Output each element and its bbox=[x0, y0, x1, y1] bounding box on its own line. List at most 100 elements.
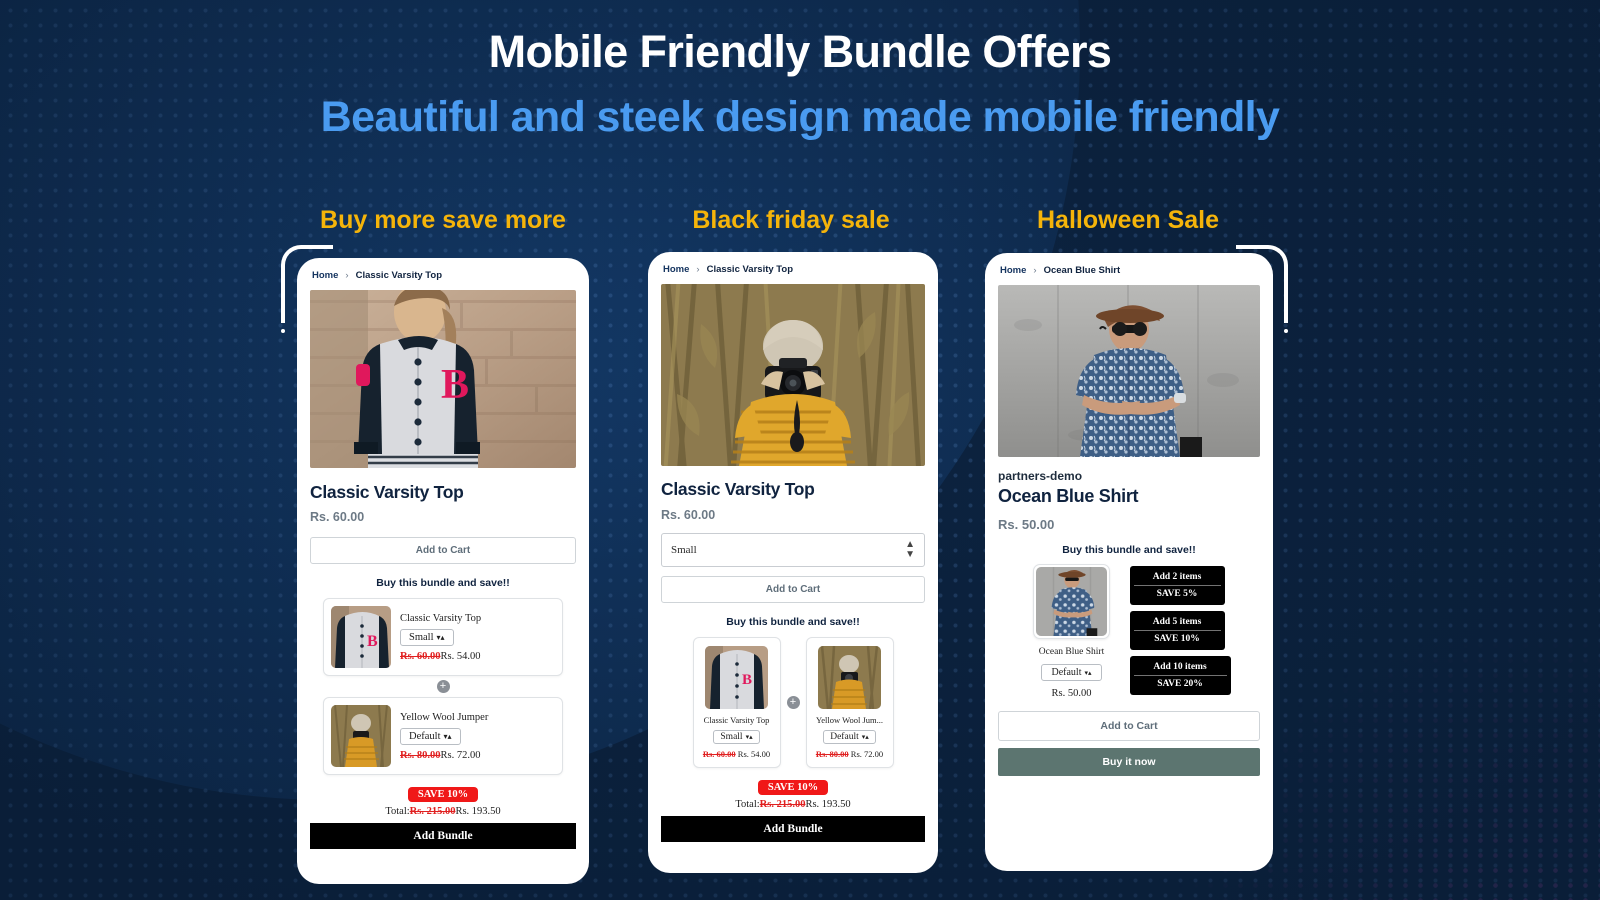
bundle-item-old-price: Rs. 80.00 bbox=[815, 749, 849, 759]
bundle-items-row: B Classic Varsity Top Small ▾▴ Rs. 60.00… bbox=[661, 637, 925, 768]
product-variant-value: Small bbox=[671, 544, 697, 556]
bundle-item-old-price: Rs. 60.00 bbox=[400, 650, 441, 662]
phone-card-black-friday-sale: Home › Classic Varsity Top Classic Varsi… bbox=[648, 252, 938, 873]
product-variant-select[interactable]: Small ▲ ▼ bbox=[661, 533, 925, 567]
save-badge: SAVE 10% bbox=[407, 787, 479, 802]
bundle-item[interactable]: B Classic Varsity Top Small ▾▴ Rs. 60.00… bbox=[323, 598, 563, 676]
bundle-item-name: Ocean Blue Shirt bbox=[1038, 647, 1105, 657]
bundle-tier-qty: Add 5 items bbox=[1133, 617, 1221, 631]
bundle-heading: Buy this bundle and save!! bbox=[726, 616, 860, 628]
bundle-item-variant-select[interactable]: Default ▾▴ bbox=[400, 727, 461, 745]
bracket-dot bbox=[1284, 329, 1288, 333]
breadcrumb-home-link[interactable]: Home bbox=[1000, 265, 1026, 276]
add-to-cart-button[interactable]: Add to Cart bbox=[998, 711, 1260, 741]
chevron-right-icon: › bbox=[696, 264, 700, 275]
save-badge: SAVE 10% bbox=[757, 780, 829, 795]
bundle-item-variant-select[interactable]: Small ▾▴ bbox=[400, 628, 454, 646]
breadcrumb: Home › Classic Varsity Top bbox=[661, 252, 925, 284]
bundle-tier-option[interactable]: Add 2 items SAVE 5% bbox=[1129, 566, 1225, 605]
bundle-tiers-row: Ocean Blue Shirt Default ▾▴ Rs. 50.00 Ad… bbox=[998, 564, 1260, 699]
bundle-item[interactable]: Yellow Wool Jum... Default ▾▴ Rs. 80.00 … bbox=[805, 637, 894, 768]
product-price: Rs. 60.00 bbox=[310, 510, 365, 524]
bundle-total-new: Rs. 193.50 bbox=[455, 806, 501, 817]
product-title: Ocean Blue Shirt bbox=[998, 486, 1139, 506]
add-to-cart-button[interactable]: Add to Cart bbox=[310, 537, 576, 564]
plus-icon: + bbox=[436, 680, 450, 693]
bundle-item-variant-value: Default bbox=[830, 732, 859, 742]
section-title-halloween-sale: Halloween Sale bbox=[1036, 206, 1220, 234]
select-caret-icon: ▾▴ bbox=[861, 733, 869, 741]
phone-card-halloween-sale: Home › Ocean Blue Shirt partners-demo Oc… bbox=[985, 253, 1273, 871]
product-hero-image bbox=[998, 285, 1260, 457]
chevron-right-icon: › bbox=[345, 270, 349, 281]
bundle-item-variant-value: Small bbox=[409, 631, 434, 643]
bundle-item-name: Yellow Wool Jumper bbox=[400, 711, 489, 723]
bundle-item[interactable]: Ocean Blue Shirt Default ▾▴ Rs. 50.00 bbox=[1028, 564, 1116, 699]
bundle-item-name: Yellow Wool Jum... bbox=[815, 715, 884, 725]
product-hero-image bbox=[661, 284, 925, 466]
bundle-tier-option[interactable]: Add 5 items SAVE 10% bbox=[1129, 611, 1225, 650]
bundle-item-name: Classic Varsity Top bbox=[703, 715, 770, 725]
buy-it-now-button[interactable]: Buy it now bbox=[998, 748, 1260, 776]
breadcrumb-current: Ocean Blue Shirt bbox=[1043, 265, 1121, 276]
section-title-buy-more-save-more: Buy more save more bbox=[320, 206, 566, 234]
product-hero-image: B bbox=[310, 290, 576, 468]
svg-text:B: B bbox=[367, 633, 378, 650]
bundle-total-label: Total: bbox=[385, 806, 410, 817]
breadcrumb: Home › Ocean Blue Shirt bbox=[998, 253, 1260, 285]
bundle-tier-qty: Add 2 items bbox=[1133, 572, 1221, 586]
bundle-total-old: Rs. 215.00 bbox=[759, 799, 806, 810]
product-title: Classic Varsity Top bbox=[310, 482, 464, 502]
select-caret-icon: ▲ ▼ bbox=[905, 539, 915, 560]
bundle-item-name: Classic Varsity Top bbox=[400, 612, 482, 624]
phone-card-buy-more-save-more: Home › Classic Varsity Top B Classic Var… bbox=[297, 258, 589, 884]
bundle-item-price: Rs. 50.00 bbox=[1051, 688, 1092, 699]
bundle-item-thumbnail bbox=[1033, 564, 1110, 639]
product-price: Rs. 60.00 bbox=[661, 508, 716, 522]
bundle-tier-qty: Add 10 items bbox=[1133, 662, 1227, 676]
bundle-tier-save: SAVE 20% bbox=[1157, 679, 1203, 689]
bundle-item-thumbnail: B bbox=[705, 646, 768, 709]
breadcrumb-current: Classic Varsity Top bbox=[706, 264, 793, 275]
bundle-item-variant-select[interactable]: Small ▾▴ bbox=[713, 730, 760, 744]
bundle-tier-list: Add 2 items SAVE 5% Add 5 items SAVE 10%… bbox=[1129, 564, 1231, 699]
plus-icon: + bbox=[786, 696, 800, 709]
promo-banner: Mobile Friendly Bundle Offers Beautiful … bbox=[0, 0, 1600, 900]
bundle-heading: Buy this bundle and save!! bbox=[1062, 544, 1196, 556]
bundle-item-variant-value: Default bbox=[1051, 667, 1082, 678]
bundle-item-thumbnail bbox=[331, 705, 391, 767]
bundle-item[interactable]: B Classic Varsity Top Small ▾▴ Rs. 60.00… bbox=[692, 637, 781, 768]
page-subtitle: Beautiful and steek design made mobile f… bbox=[320, 93, 1280, 142]
bundle-item-new-price: Rs. 72.00 bbox=[850, 749, 884, 759]
product-title: Classic Varsity Top bbox=[661, 479, 815, 499]
bundle-item[interactable]: Yellow Wool Jumper Default ▾▴ Rs. 80.00R… bbox=[323, 697, 563, 775]
bundle-total: Total:Rs. 215.00Rs. 193.50 bbox=[310, 806, 576, 817]
bundle-total-new: Rs. 193.50 bbox=[805, 799, 851, 810]
breadcrumb-home-link[interactable]: Home bbox=[663, 264, 689, 275]
bundle-total-label: Total: bbox=[735, 799, 760, 810]
select-caret-icon: ▾▴ bbox=[1084, 668, 1092, 677]
bundle-item-new-price: Rs. 72.00 bbox=[440, 749, 481, 761]
bundle-heading: Buy this bundle and save!! bbox=[376, 577, 510, 589]
breadcrumb-current: Classic Varsity Top bbox=[355, 270, 442, 281]
add-bundle-button[interactable]: Add Bundle bbox=[661, 816, 925, 842]
bundle-item-variant-select[interactable]: Default ▾▴ bbox=[1041, 664, 1102, 681]
bundle-tier-option[interactable]: Add 10 items SAVE 20% bbox=[1129, 656, 1231, 695]
bundle-item-variant-value: Small bbox=[720, 732, 743, 742]
add-to-cart-button[interactable]: Add to Cart bbox=[661, 576, 925, 603]
bundle-total-old: Rs. 215.00 bbox=[409, 806, 456, 817]
section-title-black-friday-sale: Black friday sale bbox=[692, 206, 890, 234]
svg-text:B: B bbox=[441, 362, 469, 408]
select-caret-icon: ▾▴ bbox=[443, 731, 452, 741]
add-bundle-button[interactable]: Add Bundle bbox=[310, 823, 576, 849]
bundle-tier-save: SAVE 10% bbox=[1154, 634, 1200, 644]
bundle-tier-save: SAVE 5% bbox=[1156, 589, 1198, 599]
breadcrumb-home-link[interactable]: Home bbox=[312, 270, 338, 281]
bundle-item-new-price: Rs. 54.00 bbox=[737, 749, 771, 759]
product-price: Rs. 50.00 bbox=[998, 517, 1055, 532]
bundle-item-new-price: Rs. 54.00 bbox=[440, 650, 481, 662]
bundle-item-variant-value: Default bbox=[409, 730, 441, 742]
bundle-item-old-price: Rs. 60.00 bbox=[702, 749, 736, 759]
bundle-item-variant-select[interactable]: Default ▾▴ bbox=[823, 730, 876, 744]
headline-block: Mobile Friendly Bundle Offers Beautiful … bbox=[0, 28, 1600, 140]
